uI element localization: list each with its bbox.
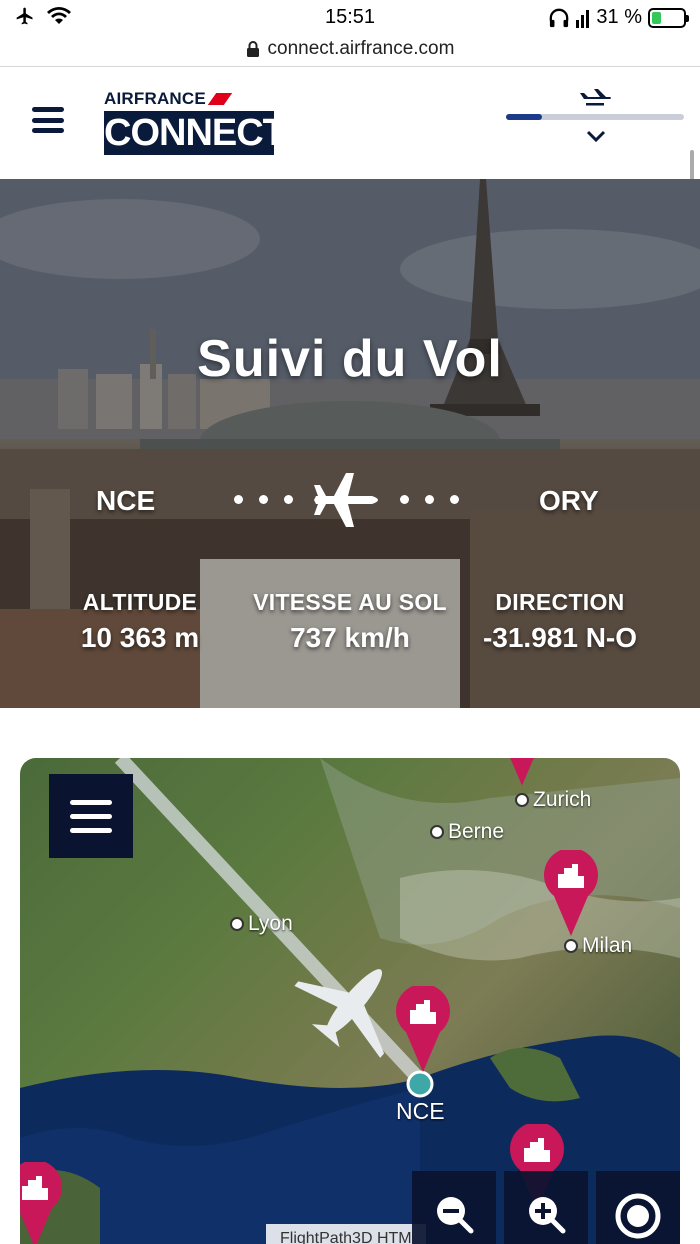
battery-percentage: 31 % [596,6,642,28]
app-header: AIRFRANCE CONNECT [0,67,700,179]
recenter-icon [615,1193,661,1239]
zoom-in-icon [529,1197,566,1234]
flight-progress-widget[interactable] [506,87,684,157]
url-text: connect.airfrance.com [267,38,455,59]
city-label-berne: Berne [448,820,505,843]
city-dot [230,917,244,931]
city-zurich: Zurich [515,788,591,812]
map-menu-button[interactable] [49,774,133,858]
ground-speed-label: VITESSE AU SOL [253,589,447,615]
chevron-down-icon[interactable] [586,129,606,143]
airplane-landing-icon [580,89,611,106]
direction-label: DIRECTION [495,589,625,615]
zoom-out-button[interactable] [412,1171,496,1244]
city-pin-icon[interactable] [504,758,540,786]
airfrance-connect-logo[interactable]: AIRFRANCE CONNECT [104,89,286,155]
airplane-icon [314,473,378,527]
city-pin-icon[interactable] [544,850,598,936]
flight-progress-fill [506,114,542,120]
city-dot [515,793,529,807]
city-label-lyon: Lyon [248,912,293,935]
battery-charging-icon [648,7,689,28]
city-pin-icon[interactable] [396,986,450,1072]
page-title: Suivi du Vol [197,330,503,388]
destination-airport: ORY [539,485,599,516]
logo-stripe [207,93,233,105]
signal-icon [576,9,590,28]
altitude-value: 10 363 m [80,622,200,653]
headphones-icon [550,8,569,27]
zoom-out-icon [437,1197,474,1234]
battery-level-fill [652,11,662,24]
city-label-milan: Milan [582,934,633,957]
origin-airport: NCE [96,485,156,516]
city-dot [564,939,578,953]
route-dots-after [400,495,459,504]
status-bar: 15:51 31 % [0,0,700,36]
city-lyon: Lyon [230,912,293,936]
city-milan: Milan [564,934,632,958]
direction-value: -31.981 N-O [482,622,638,653]
ground-speed-stat: VITESSE AU SOL 737 km/h [250,589,450,654]
city-pin-icon[interactable] [20,1162,62,1244]
flight-route: NCE ORY [0,471,700,531]
altitude-label: ALTITUDE [82,589,198,615]
city-label-zurich: Zurich [533,788,592,811]
airport-label-nce: NCE [396,1098,445,1124]
address-bar[interactable]: connect.airfrance.com [0,34,700,64]
direction-stat: DIRECTION -31.981 N-O [468,589,652,654]
city-berne: Berne [430,820,504,844]
city-dot [430,825,444,839]
ground-speed-value: 737 km/h [290,622,410,653]
flight-tracking-hero: Suivi du Vol NCE ORY ALTITUDE 10 363 m V… [0,179,700,708]
flight-progress-bar [506,114,684,120]
flight-map[interactable]: Zurich Berne Lyon Milan NCE FlightPath3D… [20,758,680,1244]
zoom-in-button[interactable] [504,1171,588,1244]
recenter-button[interactable] [596,1171,680,1244]
hamburger-menu-icon[interactable] [32,107,64,133]
logo-top-text: AIRFRANCE [104,89,206,108]
lock-icon [246,41,259,57]
map-attribution: FlightPath3D HTM [266,1224,426,1244]
logo-bottom-text: CONNECT [104,111,286,155]
altitude-stat: ALTITUDE 10 363 m [78,589,202,654]
route-dots-before [234,495,293,504]
